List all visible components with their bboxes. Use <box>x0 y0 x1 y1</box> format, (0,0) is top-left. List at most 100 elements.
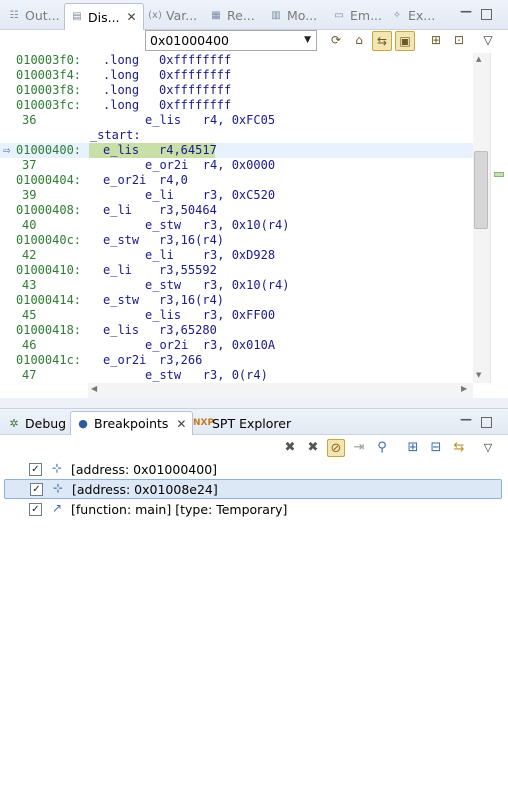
tab-label: Breakpoints <box>94 416 169 431</box>
breakpoint-checkbox[interactable]: ✓ <box>30 482 43 496</box>
source-code: e_lis r3, 0xFF00 <box>145 308 276 322</box>
show-source-button[interactable]: ▣ <box>395 31 415 51</box>
link-with-editor-button[interactable]: ⇆ <box>372 31 392 51</box>
tab-spt-explorer[interactable]: NXP SPT Explorer <box>193 411 291 435</box>
tab-disassembly[interactable]: ▤ Dis... ✕ <box>64 3 144 30</box>
disassembly-listing[interactable]: 010003f0: .long 0xffffffff 010003f4: .long 0x… <box>0 53 508 383</box>
source-line-row[interactable]: 42 e_li r3, 0xD928 <box>0 248 490 263</box>
tab-label: Mo... <box>287 8 318 23</box>
tab-expressions[interactable]: ✧ Ex... <box>389 3 435 28</box>
instruction-mnemonic: e_li <box>103 263 132 277</box>
instruction-row[interactable]: 01000404: e_or2i r4,0 <box>0 173 490 188</box>
variables-icon: (x) <box>148 9 162 21</box>
vertical-scrollbar[interactable]: ▲ ▼ <box>473 53 490 383</box>
remove-breakpoint-icon[interactable]: ✖ <box>281 439 299 457</box>
close-icon[interactable]: ✕ <box>176 417 186 431</box>
view-separator <box>0 398 508 408</box>
instruction-row[interactable]: 010003f4: .long 0xffffffff <box>0 68 490 83</box>
horizontal-scrollbar[interactable]: ◀ ▶ <box>88 383 473 398</box>
breakpoint-row[interactable]: ✓ ⊹ [address: 0x01000400] <box>4 459 502 479</box>
source-line-row[interactable]: 46 e_or2i r3, 0x010A <box>0 338 490 353</box>
scroll-down-icon[interactable]: ▼ <box>476 371 481 379</box>
tab-memory[interactable]: ▥ Mo... <box>268 3 317 28</box>
close-icon[interactable]: ✕ <box>127 10 137 24</box>
instruction-row[interactable]: ⇨ 01000400: e_lis r4,64517 <box>0 143 490 158</box>
source-code: e_or2i r4, 0x0000 <box>145 158 276 172</box>
tab-registers[interactable]: ▦ Re... <box>208 3 254 28</box>
disassembly-icon: ▤ <box>72 11 82 22</box>
source-code: e_lis r4, 0xFC05 <box>145 113 276 127</box>
tab-emulator[interactable]: ▭ Em... <box>331 3 382 28</box>
overview-ruler <box>490 53 508 383</box>
breakpoint-label: [address: 0x01000400] <box>71 461 218 477</box>
tab-outline[interactable]: ☷ Out... <box>6 3 60 28</box>
link-with-debug-view-icon[interactable]: ⇆ <box>450 439 468 457</box>
source-line-row[interactable]: 37 e_or2i r4, 0x0000 <box>0 158 490 173</box>
instruction-address: 0100040c: <box>16 233 82 247</box>
instruction-row[interactable]: 01000408: e_li r3,50464 <box>0 203 490 218</box>
address-combo[interactable]: 0x01000400 ▼ <box>145 30 317 51</box>
maximize-icon[interactable] <box>481 417 492 428</box>
source-line-number: 40 <box>22 218 37 232</box>
instruction-row[interactable]: 010003fc: .long 0xffffffff <box>0 98 490 113</box>
skip-all-breakpoints-icon[interactable]: ⊘ <box>327 439 345 457</box>
instruction-address: 01000400: <box>16 143 82 157</box>
new-view-button[interactable]: ⊞ <box>426 31 446 51</box>
instruction-address: 01000404: <box>16 173 82 187</box>
instruction-row[interactable]: 0100040c: e_stw r3,16(r4) <box>0 233 490 248</box>
current-line-marker[interactable] <box>494 172 504 177</box>
expand-all-icon[interactable]: ⊞ <box>404 439 422 457</box>
source-line-row[interactable]: 36 e_lis r4, 0xFC05 <box>0 113 490 128</box>
minimize-icon[interactable]: — <box>459 4 473 18</box>
instruction-operands: 0xffffffff <box>159 83 232 97</box>
instruction-row[interactable]: 01000418: e_lis r3,65280 <box>0 323 490 338</box>
goto-icon: ⟳ <box>330 33 342 47</box>
bottom-tab-bar: ✲ Debug ● Breakpoints ✕ NXP SPT Explorer… <box>0 408 508 435</box>
collapse-all-icon[interactable]: ⊟ <box>427 439 445 457</box>
instruction-mnemonic: .long <box>103 53 140 67</box>
source-line-row[interactable]: 47 e_stw r3, 0(r4) <box>0 368 490 383</box>
scrollbar-thumb[interactable] <box>474 151 488 229</box>
chevron-down-icon: ▽ <box>483 33 493 47</box>
label-row[interactable]: _start: <box>0 128 490 143</box>
breakpoint-row[interactable]: ✓ ↗ [function: main] [type: Temporary] <box>4 499 502 519</box>
goto-file-icon[interactable]: ⇥ <box>350 439 368 457</box>
tab-breakpoints[interactable]: ● Breakpoints ✕ <box>70 411 194 435</box>
source-line-row[interactable]: 43 e_stw r3, 0x10(r4) <box>0 278 490 293</box>
source-line-number: 42 <box>22 248 37 262</box>
instruction-mnemonic: e_lis <box>103 143 140 157</box>
source-line-row[interactable]: 40 e_stw r3, 0x10(r4) <box>0 218 490 233</box>
view-menu-button[interactable]: ▽ <box>478 31 498 51</box>
minimize-icon[interactable]: — <box>459 412 473 426</box>
address-breakpoint-icon: ⊹ <box>51 461 63 475</box>
emulator-icon: ▭ <box>334 9 344 21</box>
instruction-row[interactable]: 010003f0: .long 0xffffffff <box>0 53 490 68</box>
tab-debug[interactable]: ✲ Debug <box>6 411 66 435</box>
instruction-mnemonic: e_or2i <box>103 353 147 367</box>
pin-button[interactable]: ⊡ <box>449 31 469 51</box>
instruction-row[interactable]: 01000414: e_stw r3,16(r4) <box>0 293 490 308</box>
address-value: 0x01000400 <box>150 33 229 48</box>
instruction-row[interactable]: 0100041c: e_or2i r3,266 <box>0 353 490 368</box>
disassembly-toolbar: 0x01000400 ▼ ⟳ ⌂ ⇆ ▣ ⊞ ⊡ ▽ <box>0 30 508 53</box>
breakpoints-icon: ● <box>78 417 88 430</box>
remove-all-breakpoints-icon[interactable]: ✖ <box>304 439 322 457</box>
instruction-row[interactable]: 010003f8: .long 0xffffffff <box>0 83 490 98</box>
scroll-right-icon[interactable]: ▶ <box>461 384 467 393</box>
breakpoint-checkbox[interactable]: ✓ <box>29 462 42 476</box>
view-menu-chevron-down-icon[interactable]: ▽ <box>479 439 497 457</box>
scroll-left-icon[interactable]: ◀ <box>91 384 97 393</box>
instruction-row[interactable]: 01000410: e_li r3,55592 <box>0 263 490 278</box>
chevron-down-icon[interactable]: ▼ <box>304 31 311 50</box>
instruction-mnemonic: .long <box>103 83 140 97</box>
home-button[interactable]: ⌂ <box>349 31 369 51</box>
goto-address-button[interactable]: ⟳ <box>326 31 346 51</box>
source-line-row[interactable]: 45 e_lis r3, 0xFF00 <box>0 308 490 323</box>
breakpoint-row-selected[interactable]: ✓ ⊹ [address: 0x01008e24] <box>4 479 502 499</box>
source-line-row[interactable]: 39 e_li r3, 0xC520 <box>0 188 490 203</box>
scroll-up-icon[interactable]: ▲ <box>476 55 481 63</box>
tab-variables[interactable]: (x) Var... <box>147 3 197 28</box>
breakpoint-checkbox[interactable]: ✓ <box>29 502 42 516</box>
maximize-icon[interactable] <box>481 9 492 20</box>
show-supported-icon[interactable]: ⚲ <box>373 439 391 457</box>
